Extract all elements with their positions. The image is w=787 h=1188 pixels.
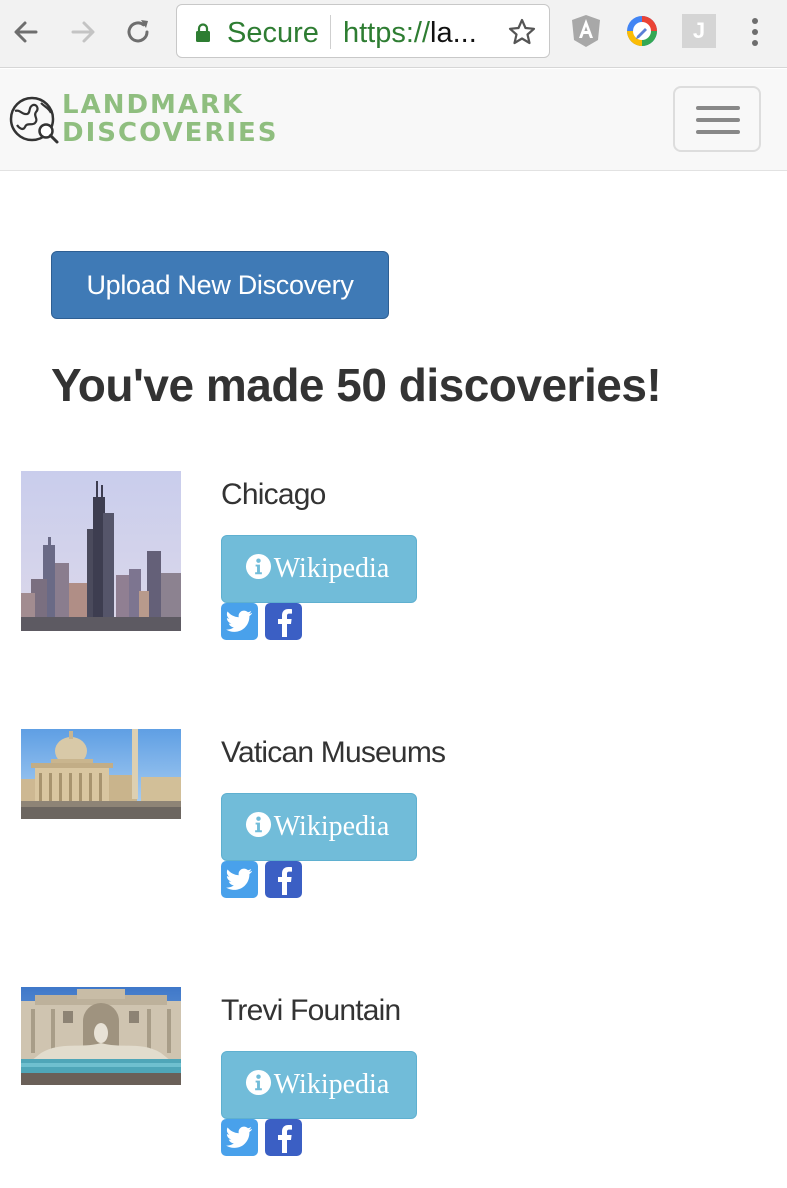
- wikipedia-button[interactable]: Wikipedia: [221, 1051, 417, 1119]
- discovery-title: Trevi Fountain: [221, 994, 401, 1027]
- color-picker-extension-icon[interactable]: [625, 14, 659, 48]
- url-scheme: https://: [343, 17, 431, 49]
- globe-logo-icon: [9, 96, 59, 144]
- site-navbar: LANDMARK DISCOVERIES: [0, 69, 787, 171]
- forward-arrow-icon: [71, 21, 95, 43]
- st-peters-basilica-photo[interactable]: [21, 729, 181, 819]
- browser-toolbar: Secure https://la... J: [0, 0, 787, 68]
- discoveries-count-heading: You've made 50 discoveries!: [51, 359, 662, 411]
- trevi-fountain-photo[interactable]: [21, 987, 181, 1085]
- discovery-item: Chicago Wikipedia: [0, 471, 787, 671]
- browser-menu-button[interactable]: [739, 14, 771, 50]
- upload-new-discovery-button[interactable]: Upload New Discovery: [51, 251, 389, 319]
- back-arrow-icon: [14, 21, 38, 43]
- wikipedia-button-label: Wikipedia: [273, 811, 390, 842]
- info-circle-icon: [245, 1069, 271, 1095]
- security-label: Secure: [227, 17, 319, 49]
- j-extension-icon[interactable]: J: [682, 14, 716, 48]
- wikipedia-button[interactable]: Wikipedia: [221, 535, 417, 603]
- twitter-icon: [226, 868, 252, 890]
- wikipedia-button-label: Wikipedia: [273, 1069, 390, 1100]
- wikipedia-button-label: Wikipedia: [273, 553, 390, 584]
- logo-line-1: LANDMARK: [62, 90, 245, 120]
- forward-button[interactable]: [67, 14, 99, 50]
- address-divider: [330, 15, 331, 49]
- discovery-title: Vatican Museums: [221, 736, 446, 769]
- hamburger-bar: [696, 130, 740, 134]
- discovery-item: Vatican Museums Wikipedia: [0, 729, 787, 929]
- reload-icon: [127, 20, 149, 43]
- wikipedia-button[interactable]: Wikipedia: [221, 793, 417, 861]
- info-circle-icon: [245, 553, 271, 579]
- address-bar[interactable]: Secure https://la...: [176, 4, 550, 58]
- twitter-icon: [226, 1126, 252, 1148]
- share-facebook-button[interactable]: [265, 861, 302, 898]
- url-text: https://la...: [343, 17, 477, 49]
- facebook-icon: [277, 608, 292, 637]
- url-host: la...: [430, 17, 477, 49]
- nav-menu-toggle-button[interactable]: [673, 86, 761, 152]
- hamburger-bar: [696, 118, 740, 122]
- facebook-icon: [277, 866, 292, 895]
- share-facebook-button[interactable]: [265, 603, 302, 640]
- facebook-icon: [277, 1124, 292, 1153]
- reload-button[interactable]: [122, 14, 154, 50]
- site-logo-wordmark[interactable]: LANDMARK DISCOVERIES: [62, 91, 279, 147]
- hamburger-bar: [696, 106, 740, 110]
- share-twitter-button[interactable]: [221, 861, 258, 898]
- more-vertical-icon: [752, 18, 758, 46]
- twitter-icon: [226, 610, 252, 632]
- discovery-title: Chicago: [221, 478, 326, 511]
- share-facebook-button[interactable]: [265, 1119, 302, 1156]
- logo-line-2: DISCOVERIES: [62, 118, 279, 148]
- bookmark-star-icon[interactable]: [507, 17, 537, 47]
- info-circle-icon: [245, 811, 271, 837]
- share-twitter-button[interactable]: [221, 603, 258, 640]
- discovery-item: Trevi Fountain Wikipedia: [0, 987, 787, 1187]
- angular-extension-icon[interactable]: [569, 14, 603, 48]
- back-button[interactable]: [10, 14, 42, 50]
- chicago-skyline-photo[interactable]: [21, 471, 181, 631]
- share-twitter-button[interactable]: [221, 1119, 258, 1156]
- lock-icon: [196, 23, 210, 42]
